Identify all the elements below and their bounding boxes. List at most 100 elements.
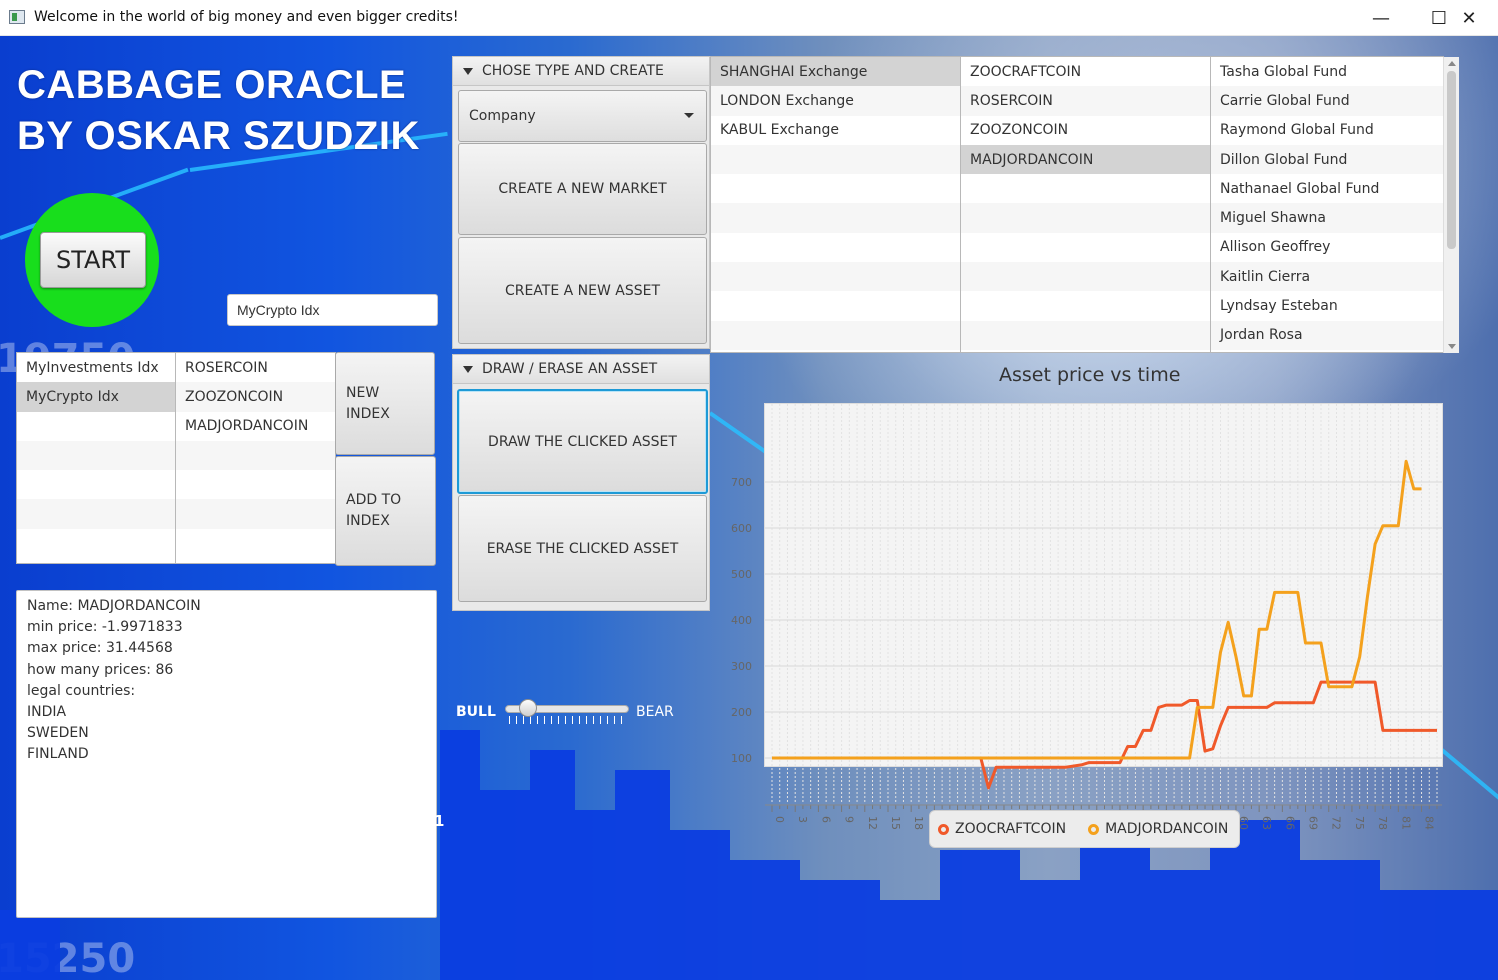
start-button[interactable]: START (40, 232, 146, 288)
list-item (711, 262, 960, 292)
list-item[interactable]: Allison Geoffrey (1211, 232, 1443, 263)
create-panel-title: CHOSE TYPE AND CREATE (482, 63, 664, 79)
list-item (17, 412, 175, 441)
list-item[interactable]: ROSERCOIN (961, 86, 1210, 116)
y-tick-label: 400 (731, 614, 752, 627)
create-market-button[interactable]: CREATE A NEW MARKET (458, 143, 707, 235)
new-index-button[interactable]: NEW INDEX (335, 352, 435, 455)
background-decoration (575, 810, 615, 980)
list-item[interactable]: Carrie Global Fund (1211, 86, 1443, 116)
x-tick-label: 66 (1283, 816, 1296, 830)
market-slider-thumb[interactable] (518, 699, 537, 717)
y-tick-label: 500 (731, 568, 752, 581)
background-decoration (1080, 840, 1150, 980)
minimize-icon: — (1372, 7, 1390, 29)
type-select[interactable]: Company (458, 90, 707, 142)
info-country: INDIA (27, 704, 67, 721)
background-decoration (730, 860, 800, 980)
background-decoration (1380, 890, 1498, 980)
list-item (711, 232, 960, 263)
window-title: Welcome in the world of big money and ev… (34, 9, 459, 25)
list-item[interactable]: ZOOZONCOIN (176, 382, 335, 412)
chart-title: Asset price vs time (999, 364, 1181, 386)
background-decoration (940, 850, 1020, 980)
info-name: Name: MADJORDANCOIN (27, 598, 201, 614)
assets-list[interactable]: ZOOCRAFTCOIN ROSERCOIN ZOOZONCOIN MADJOR… (960, 56, 1211, 353)
list-item[interactable]: KABUL Exchange (711, 115, 960, 145)
chart-legend: ZOOCRAFTCOIN MADJORDANCOIN (929, 810, 1240, 848)
list-item[interactable]: ROSERCOIN (176, 353, 335, 382)
list-item (176, 470, 335, 499)
list-item (711, 291, 960, 321)
draw-panel-header[interactable]: DRAW / ERASE AN ASSET (453, 355, 709, 384)
slider-ticks (509, 716, 627, 724)
background-decoration (615, 770, 670, 980)
y-tick-label: 100 (731, 752, 752, 765)
erase-asset-button[interactable]: ERASE THE CLICKED ASSET (458, 495, 707, 602)
scroll-up-icon[interactable] (1448, 61, 1456, 66)
list-item[interactable]: SHANGHAI Exchange (711, 57, 960, 87)
background-decoration (1020, 880, 1080, 980)
list-item (961, 262, 1210, 292)
app-icon (9, 10, 25, 24)
scroll-down-icon[interactable] (1448, 344, 1456, 349)
background-decoration (530, 750, 575, 980)
button-label: NEW (346, 384, 380, 401)
x-tick-label: 72 (1330, 816, 1343, 830)
minimize-button[interactable]: — (1352, 0, 1410, 36)
x-tick-label: 69 (1307, 816, 1320, 830)
add-to-index-button[interactable]: ADD TO INDEX (335, 456, 436, 566)
price-chart: 1002003004005006007000369121518212427303… (731, 404, 1442, 830)
close-button[interactable]: ✕ (1440, 0, 1498, 36)
list-item[interactable]: ZOOZONCOIN (961, 115, 1210, 145)
x-tick-label: 75 (1353, 816, 1366, 830)
legend-item: ZOOCRAFTCOIN (938, 821, 1066, 837)
create-asset-button[interactable]: CREATE A NEW ASSET (458, 237, 707, 344)
x-tick-label: 15 (889, 816, 902, 830)
list-item[interactable]: Dillon Global Fund (1211, 144, 1443, 175)
list-item (711, 174, 960, 204)
draw-asset-button[interactable]: DRAW THE CLICKED ASSET (457, 389, 708, 494)
heading-line: CABBAGE ORACLE (17, 63, 407, 107)
legend-item: MADJORDANCOIN (1088, 821, 1228, 837)
list-item[interactable]: Raymond Global Fund (1211, 115, 1443, 145)
legend-label: ZOOCRAFTCOIN (955, 821, 1067, 837)
y-tick-label: 700 (731, 476, 752, 489)
list-item[interactable]: Kaitlin Cierra (1211, 262, 1443, 292)
list-item[interactable]: MADJORDANCOIN (176, 412, 335, 441)
create-panel-header[interactable]: CHOSE TYPE AND CREATE (453, 57, 709, 86)
list-item[interactable]: ZOOCRAFTCOIN (961, 57, 1210, 87)
list-item[interactable]: MyInvestments Idx (17, 353, 175, 382)
type-select-value: Company (469, 108, 536, 124)
markets-list[interactable]: SHANGHAI Exchange LONDON Exchange KABUL … (710, 56, 961, 353)
list-item[interactable]: LONDON Exchange (711, 86, 960, 116)
list-item[interactable]: Nathanael Global Fund (1211, 174, 1443, 204)
list-item (711, 144, 960, 175)
list-item[interactable]: Miguel Shawna (1211, 203, 1443, 233)
scrollbar-thumb[interactable] (1447, 71, 1456, 249)
investors-list[interactable]: Tasha Global Fund Carrie Global Fund Ray… (1210, 56, 1444, 353)
list-item[interactable]: MADJORDANCOIN (961, 144, 1210, 175)
list-item[interactable]: Tasha Global Fund (1211, 57, 1443, 87)
button-label: INDEX (346, 513, 390, 529)
list-item (961, 320, 1210, 350)
stray-label: 1 (434, 812, 445, 830)
index-members-list[interactable]: ROSERCOIN ZOOZONCOIN MADJORDANCOIN (175, 352, 336, 564)
list-item[interactable]: Lyndsay Esteban (1211, 291, 1443, 321)
legend-symbol-icon (1088, 823, 1100, 835)
chevron-down-icon (684, 113, 694, 118)
list-item (176, 440, 335, 471)
list-item[interactable]: Jordan Rosa (1211, 320, 1443, 350)
info-max-price: max price: 31.44568 (27, 640, 173, 657)
asset-info-panel: Name: MADJORDANCOIN min price: -1.997183… (16, 590, 437, 918)
window-titlebar: Welcome in the world of big money and ev… (0, 0, 1498, 36)
index-list[interactable]: MyInvestments Idx MyCrypto Idx (16, 352, 176, 564)
draw-panel-title: DRAW / ERASE AN ASSET (482, 361, 658, 377)
list-item[interactable]: MyCrypto Idx (17, 382, 175, 412)
background-decoration (1150, 870, 1210, 980)
background-decoration (800, 880, 880, 980)
index-name-input[interactable] (227, 294, 438, 326)
y-tick-label: 300 (731, 660, 752, 673)
investors-scrollbar[interactable] (1443, 57, 1459, 353)
info-country: FINLAND (27, 746, 89, 763)
